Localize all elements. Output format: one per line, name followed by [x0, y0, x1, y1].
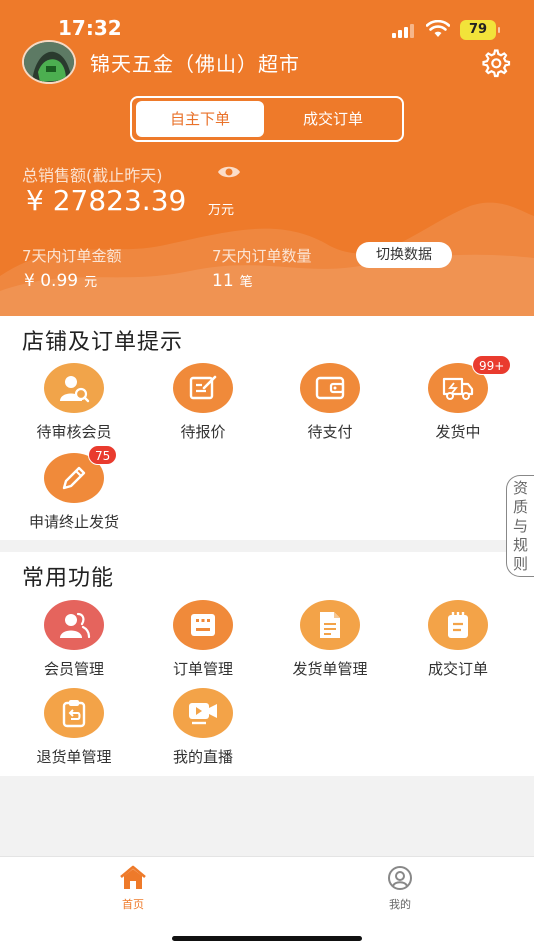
notepad-icon — [428, 600, 488, 650]
order-count-metric: 11 笔 — [212, 271, 253, 291]
order-amount-unit: 元 — [84, 275, 98, 290]
member-search-icon — [44, 363, 104, 413]
func-item-order-management[interactable]: 订单管理 — [139, 600, 267, 679]
tip-item-pending-payment[interactable]: 待支付 — [266, 363, 394, 442]
tip-item-stop-shipping[interactable]: 75 申请终止发货 — [10, 445, 138, 532]
order-mode-segmented-control: 自主下单 成交订单 — [130, 96, 404, 142]
func-label: 发货单管理 — [292, 660, 368, 678]
func-label: 会员管理 — [43, 660, 104, 678]
shipping-count-badge: 99+ — [472, 355, 512, 375]
total-sales-value: ¥ 27823.39 — [26, 184, 187, 217]
tab-mine-label: 我的 — [389, 898, 411, 911]
tip-label: 待审核会员 — [36, 423, 112, 441]
side-tab-label: 资质与规则 — [512, 479, 528, 573]
tip-item-shipping[interactable]: 99+ 发货中 — [394, 355, 522, 442]
return-clipboard-icon — [44, 688, 104, 738]
wifi-icon — [426, 20, 450, 37]
document-icon — [300, 600, 360, 650]
order-count-unit: 笔 — [239, 275, 253, 290]
battery-indicator: 79 — [460, 20, 500, 40]
order-count-value: 11 — [212, 271, 234, 291]
func-label: 成交订单 — [427, 660, 488, 678]
tip-item-pending-quote[interactable]: 待报价 — [139, 363, 267, 442]
tip-label: 待报价 — [180, 423, 226, 441]
func-label: 我的直播 — [172, 748, 233, 766]
func-item-shipping-order-management[interactable]: 发货单管理 — [266, 600, 394, 679]
members-icon — [44, 600, 104, 650]
tab-home[interactable]: 首页 — [93, 865, 173, 912]
func-item-closed-orders[interactable]: 成交订单 — [394, 600, 522, 679]
func-item-member-management[interactable]: 会员管理 — [10, 600, 138, 679]
edit-note-icon — [173, 363, 233, 413]
func-label: 订单管理 — [172, 660, 233, 678]
switch-data-button[interactable]: 切换数据 — [356, 242, 452, 268]
header-panel: 17:32 79 锦天五金（佛山）超市 自主下单 成交订单 总销售额(截止昨天) — [0, 0, 534, 316]
truck-icon: 99+ — [428, 355, 512, 413]
func-item-return-order-management[interactable]: 退货单管理 — [10, 688, 138, 767]
total-sales-unit: 万元 — [208, 203, 235, 218]
func-item-my-live[interactable]: 我的直播 — [139, 688, 267, 767]
order-count-label: 7天内订单数量 — [212, 247, 312, 265]
order-amount-value: ¥ 0.99 — [24, 271, 79, 291]
tab-self-order[interactable]: 自主下单 — [136, 101, 264, 137]
eye-icon[interactable] — [217, 164, 241, 180]
order-list-icon — [173, 600, 233, 650]
stop-shipping-count-badge: 75 — [88, 445, 118, 465]
tab-mine[interactable]: 我的 — [360, 865, 440, 912]
store-avatar[interactable] — [22, 40, 76, 84]
user-icon — [388, 866, 412, 890]
qualifications-rules-tab[interactable]: 资质与规则 — [506, 475, 534, 577]
status-bar: 17:32 79 — [0, 14, 534, 44]
tip-label: 待支付 — [307, 423, 353, 441]
settings-gear-icon[interactable] — [481, 48, 511, 78]
pencil-icon: 75 — [44, 445, 118, 503]
store-tips-section: 店铺及订单提示 待审核会员 待报价 待支付 99+ 发货中 75 申请终止发货 — [0, 316, 534, 540]
common-functions-title: 常用功能 — [22, 566, 115, 591]
order-amount-label: 7天内订单金额 — [22, 247, 122, 265]
store-tips-title: 店铺及订单提示 — [22, 330, 184, 355]
home-indicator — [172, 936, 362, 941]
tip-label: 发货中 — [435, 423, 481, 441]
common-functions-section: 常用功能 会员管理 订单管理 发货单管理 成交订单 退货单管理 我的直播 — [0, 552, 534, 776]
tip-item-pending-members[interactable]: 待审核会员 — [10, 363, 138, 442]
tab-closed-orders[interactable]: 成交订单 — [268, 101, 398, 137]
total-sales-label: 总销售额(截止昨天) — [22, 166, 163, 185]
func-label: 退货单管理 — [36, 748, 112, 766]
tab-home-label: 首页 — [122, 898, 144, 911]
video-camera-icon — [173, 688, 233, 738]
wallet-icon — [300, 363, 360, 413]
store-name: 锦天五金（佛山）超市 — [90, 52, 300, 76]
cellular-signal-icon — [392, 22, 418, 38]
status-time: 17:32 — [58, 16, 122, 40]
home-icon — [120, 865, 146, 889]
order-amount-metric: ¥ 0.99 元 — [24, 271, 97, 291]
tip-label: 申请终止发货 — [28, 513, 119, 531]
